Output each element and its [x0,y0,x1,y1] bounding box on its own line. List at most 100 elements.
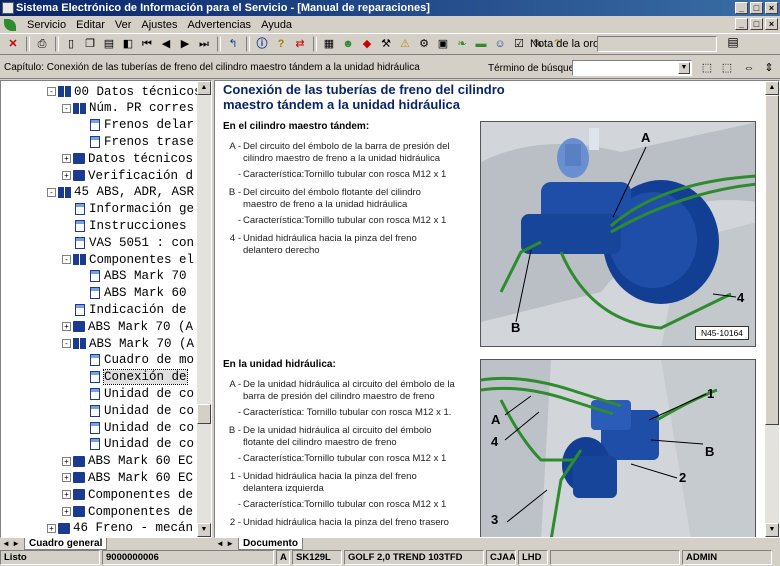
back-arrow-icon[interactable]: ↰ [224,35,242,53]
tree-item[interactable]: Unidad de co [77,385,194,402]
copy-icon[interactable]: ❐ [81,35,99,53]
tree-item[interactable]: Unidad de co [77,436,194,453]
tree-item[interactable]: VAS 5051 : con [62,234,194,251]
new-doc-icon[interactable]: ▯ [62,35,80,53]
tree-item[interactable]: Unidad de co [77,419,194,436]
menu-advertencias[interactable]: Advertencias [182,19,256,31]
tree-item[interactable]: + Datos técnicos [62,150,193,167]
menu-servicio[interactable]: Servicio [22,19,71,31]
tab-scroll-icon[interactable]: ◄ ► [2,539,20,548]
scroll-up-icon[interactable]: ▲ [197,81,211,95]
expand-icon[interactable]: ⇔ [740,59,758,77]
save-icon[interactable]: ▣ [434,35,452,53]
book-red-icon[interactable]: ◆ [358,35,376,53]
next-page-icon[interactable]: ▶ [176,35,194,53]
search-prev-icon[interactable]: ⬚ [698,59,716,77]
tree-item[interactable]: ABS Mark 60 [77,285,187,302]
tree-item[interactable]: - ABS Mark 70 (A [62,335,194,352]
warning-icon[interactable]: ⚠ [396,35,414,53]
expand-node-icon[interactable]: + [62,322,71,332]
tree-item[interactable]: + Componentes de [62,503,193,520]
doc-minimize-button[interactable]: _ [735,18,748,30]
collapse-icon[interactable]: ⇕ [760,59,778,77]
tree-item[interactable]: ABS Mark 70 [77,268,187,285]
tree-scrollbar[interactable]: ▲ ▼ [197,81,211,537]
menu-ayuda[interactable]: Ayuda [256,19,297,31]
menu-ver[interactable]: Ver [110,19,137,31]
users-icon[interactable]: ☺ [491,35,509,53]
collapse-node-icon[interactable]: - [47,87,56,96]
collapse-node-icon[interactable]: - [62,103,71,113]
expand-node-icon[interactable]: + [62,490,71,500]
tree-item[interactable]: Indicación de [62,301,187,318]
expand-node-icon[interactable]: + [62,456,71,466]
search-next-icon[interactable]: ⬚ [718,59,736,77]
order-note-button[interactable]: ▤ [724,35,742,53]
help-icon[interactable]: ? [272,35,290,53]
tree-item[interactable]: Unidad de co [77,402,194,419]
car-icon[interactable]: ◧ [119,35,137,53]
close-doc-icon[interactable]: ✕ [4,35,22,53]
tree-scroll-thumb[interactable] [197,404,211,424]
tree-item[interactable]: - Componentes el [62,251,194,268]
legend-key: - [237,407,241,418]
collapse-node-icon[interactable]: - [62,339,71,348]
tree-item[interactable]: Frenos trase [77,133,194,150]
tree-item[interactable]: - Núm. PR corres [62,100,194,117]
tree-item[interactable]: Instrucciones [62,217,187,234]
expand-node-icon[interactable]: + [62,473,71,483]
order-note-field[interactable] [597,36,717,52]
grid-icon[interactable]: ▦ [320,35,338,53]
tree-item[interactable]: + ABS Mark 60 EC [62,469,193,486]
maximize-button[interactable]: □ [750,2,763,14]
prev-page-icon[interactable]: ◀ [157,35,175,53]
tree-item[interactable]: + Verificación d [62,167,193,184]
tree-item[interactable]: + ABS Mark 70 (A [62,318,193,335]
menu-editar[interactable]: Editar [71,19,110,31]
chevron-down-icon[interactable]: ▼ [678,62,690,74]
first-page-icon[interactable]: ⏮ [138,35,156,53]
gear-icon[interactable]: ⚙ [415,35,433,53]
close-button[interactable]: × [765,2,778,14]
tab-document[interactable]: Documento [238,538,303,550]
notes-icon[interactable]: ▤ [100,35,118,53]
vehicle-icon[interactable]: ▬ [472,35,490,53]
collapse-node-icon[interactable]: - [47,187,56,197]
tree-item[interactable]: +46 Freno - mecán [47,520,193,537]
tree-item[interactable]: Conexión de [77,369,188,386]
last-page-icon[interactable]: ⏭ [195,35,213,53]
expand-node-icon[interactable]: + [62,154,71,164]
search-input[interactable]: ▼ [572,60,692,76]
leaf-green-icon[interactable]: ❧ [453,35,471,53]
tree-item[interactable]: - 00 Datos técnicos [47,83,199,100]
collapse-node-icon[interactable]: - [62,255,71,264]
document-scrollbar[interactable]: ▲ ▼ [765,81,779,537]
scroll-up-icon[interactable]: ▲ [765,81,779,95]
scroll-down-icon[interactable]: ▼ [765,523,779,537]
expand-node-icon[interactable]: + [47,523,56,533]
document-scroll-thumb[interactable] [765,95,779,425]
tree-item[interactable]: Información ge [62,201,194,218]
info-icon[interactable]: ⓘ [253,35,271,53]
sync-icon[interactable]: ⇄ [291,35,309,53]
tools-icon[interactable]: ⚒ [377,35,395,53]
doc-close-button[interactable]: × [765,18,778,30]
scroll-down-icon[interactable]: ▼ [197,523,211,537]
expand-node-icon[interactable]: + [62,171,71,180]
menu-ajustes[interactable]: Ajustes [136,19,182,31]
minimize-button[interactable]: _ [735,2,748,14]
doc-restore-button[interactable]: □ [750,18,763,30]
tab-overview[interactable]: Cuadro general [24,538,108,550]
tree-item[interactable]: - 45 ABS, ADR, ASR [47,184,194,201]
tree-item[interactable]: Cuadro de mo [77,352,194,369]
person-icon[interactable]: ☻ [339,35,357,53]
tree-item-label: Verificación d [88,168,194,183]
tree-item[interactable]: + ABS Mark 60 EC [62,453,193,470]
tab-scroll-icon[interactable]: ◄ ► [216,539,234,548]
print-icon[interactable]: ⎙ [33,35,51,53]
tree-item[interactable]: Frenos delar [77,117,194,134]
expand-node-icon[interactable]: + [62,507,71,516]
tree-item-label: Frenos delar [104,118,195,133]
tree-item[interactable]: + Componentes de [62,486,193,503]
checklist-icon[interactable]: ☑ [510,35,528,53]
